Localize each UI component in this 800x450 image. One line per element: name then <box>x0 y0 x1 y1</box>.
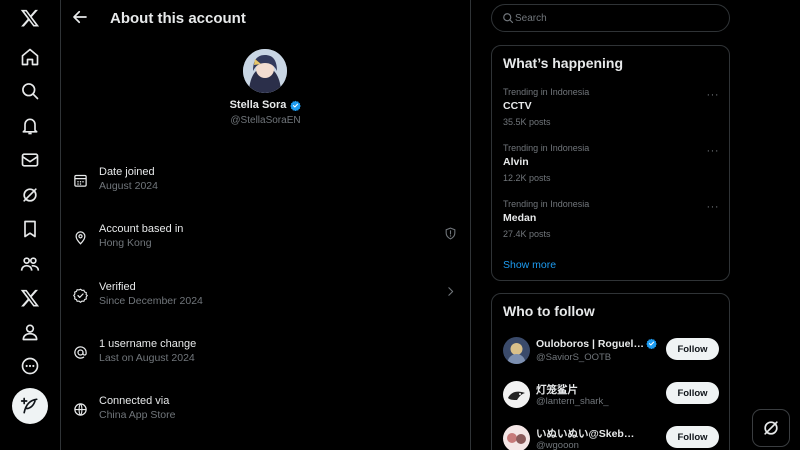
profile-name-row: Stella Sora <box>61 99 470 111</box>
trending-title: What’s happening <box>503 55 624 71</box>
page-title: About this account <box>110 10 246 27</box>
avatar[interactable] <box>503 337 530 364</box>
search-box[interactable] <box>491 4 730 32</box>
follow-button[interactable]: Follow <box>666 338 719 360</box>
bookmarks-icon[interactable] <box>14 213 46 245</box>
search-icon <box>503 13 514 24</box>
detail-label: Account based in <box>99 223 184 235</box>
suggestion-handle: @lantern_shark_ <box>536 396 609 407</box>
suggestion-handle: @SaviorS_OOTB <box>536 352 612 363</box>
location-icon <box>73 230 89 246</box>
trend-count: 35.5K posts <box>503 117 551 127</box>
who-to-follow-card: Who to follow Ouloboros | Roguelite @Sav… <box>491 293 730 450</box>
follow-suggestion[interactable]: Ouloboros | Roguelite @SaviorS_OOTB Foll… <box>492 333 729 375</box>
post-button[interactable] <box>12 388 48 424</box>
main-column: About this account Stella Sora @StellaSo… <box>61 0 471 450</box>
grok-icon <box>764 421 778 435</box>
detail-account-based-in: Account based in Hong Kong <box>61 219 470 265</box>
trend-item[interactable]: Trending in Indonesia CCTV 35.5K posts ·… <box>492 87 729 143</box>
detail-label: Date joined <box>99 166 155 178</box>
follow-button[interactable]: Follow <box>666 426 719 448</box>
home-icon[interactable] <box>14 41 46 73</box>
trend-item[interactable]: Trending in Indonesia Medan 27.4K posts … <box>492 199 729 255</box>
arrow-left-icon <box>73 10 87 24</box>
show-more-link[interactable]: Show more <box>503 259 556 271</box>
detail-username-change: 1 username change Last on August 2024 <box>61 334 470 380</box>
verified-check-icon <box>73 288 89 304</box>
follow-suggestion[interactable]: 灯笼鲨片 @lantern_shark_ Follow <box>492 377 729 419</box>
detail-label: Verified <box>99 281 136 293</box>
verified-badge-icon <box>646 338 657 349</box>
detail-verified[interactable]: Verified Since December 2024 <box>61 277 470 323</box>
at-icon <box>73 345 89 361</box>
detail-date-joined: Date joined August 2024 <box>61 162 470 208</box>
suggestion-name: いぬいぬい@Skeb募集中 <box>536 428 644 440</box>
detail-value: China App Store <box>99 409 176 421</box>
detail-label: Connected via <box>99 395 170 407</box>
communities-icon[interactable] <box>14 248 46 280</box>
detail-label: 1 username change <box>99 338 197 350</box>
trend-name: Alvin <box>503 156 529 168</box>
trend-count: 27.4K posts <box>503 229 551 239</box>
suggestion-name: 灯笼鲨片 <box>536 384 578 396</box>
trend-context: Trending in Indonesia <box>503 143 590 153</box>
grok-icon[interactable] <box>14 179 46 211</box>
page-header: About this account <box>61 0 470 36</box>
detail-connected-via: Connected via China App Store <box>61 391 470 437</box>
search-input[interactable] <box>515 9 715 27</box>
avatar[interactable] <box>503 381 530 408</box>
messages-icon[interactable] <box>14 144 46 176</box>
premium-x-icon[interactable] <box>14 282 46 314</box>
chevron-right-icon <box>444 285 460 301</box>
trend-name: CCTV <box>503 100 532 112</box>
trending-card: What’s happening Trending in Indonesia C… <box>491 45 730 281</box>
explore-icon[interactable] <box>14 75 46 107</box>
more-options-icon[interactable]: ··· <box>707 89 720 101</box>
shield-info-icon[interactable] <box>444 227 460 243</box>
who-to-follow-title: Who to follow <box>503 303 595 319</box>
trend-context: Trending in Indonesia <box>503 87 590 97</box>
detail-value: Since December 2024 <box>99 295 203 307</box>
detail-value: Hong Kong <box>99 237 152 249</box>
detail-value: Last on August 2024 <box>99 352 195 364</box>
x-logo-icon[interactable] <box>14 2 46 34</box>
notifications-icon[interactable] <box>14 110 46 142</box>
suggestion-handle: @wgooon <box>536 440 579 450</box>
more-options-icon[interactable]: ··· <box>707 145 720 157</box>
detail-value: August 2024 <box>99 180 158 192</box>
trend-context: Trending in Indonesia <box>503 199 590 209</box>
right-sidebar: What’s happening Trending in Indonesia C… <box>471 0 800 450</box>
trend-count: 12.2K posts <box>503 173 551 183</box>
trend-name: Medan <box>503 212 537 224</box>
more-icon[interactable] <box>14 350 46 382</box>
verified-badge-icon <box>290 100 302 111</box>
profile-name: Stella Sora <box>229 99 287 111</box>
trend-item[interactable]: Trending in Indonesia Alvin 12.2K posts … <box>492 143 729 199</box>
follow-button[interactable]: Follow <box>666 382 719 404</box>
suggestion-name: Ouloboros | Roguelite <box>536 338 644 350</box>
avatar[interactable] <box>503 425 530 450</box>
profile-icon[interactable] <box>14 316 46 348</box>
left-navigation <box>0 0 61 450</box>
profile-handle: @StellaSoraEN <box>230 115 301 126</box>
back-button[interactable] <box>71 8 91 28</box>
profile-avatar[interactable] <box>243 49 287 93</box>
grok-floating-button[interactable] <box>752 409 790 447</box>
calendar-icon <box>73 173 89 189</box>
globe-icon <box>73 402 89 418</box>
follow-suggestion[interactable]: いぬいぬい@Skeb募集中 @wgooon Follow <box>492 421 729 450</box>
feather-icon <box>20 397 38 414</box>
more-options-icon[interactable]: ··· <box>707 201 720 213</box>
